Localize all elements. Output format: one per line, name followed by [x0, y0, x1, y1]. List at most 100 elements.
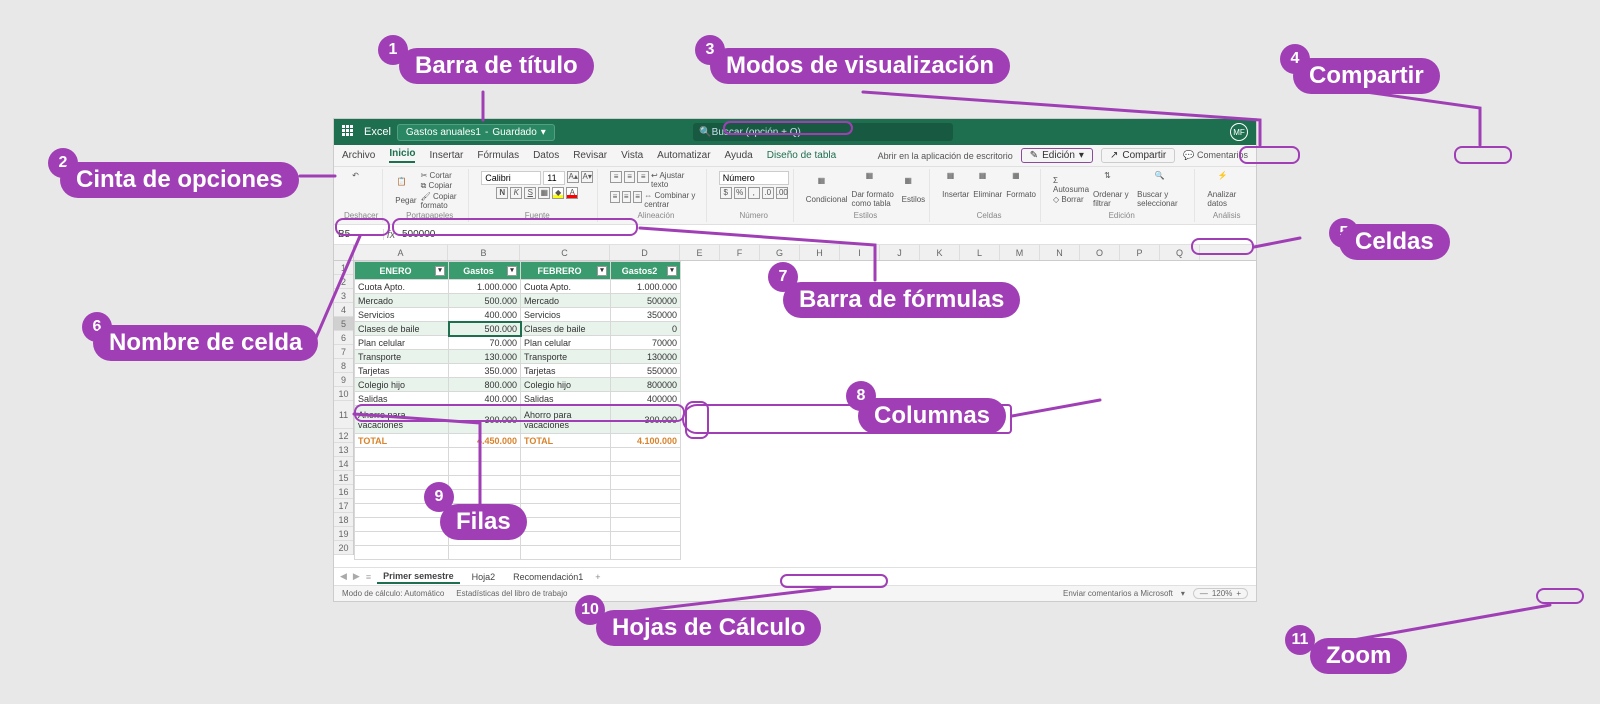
- add-sheet-button[interactable]: +: [595, 572, 600, 582]
- cell-D12[interactable]: 4.100.000: [611, 434, 681, 448]
- row-header-12[interactable]: 12: [334, 429, 353, 443]
- col-header-A[interactable]: A: [354, 245, 448, 260]
- tab-revisar[interactable]: Revisar: [573, 150, 607, 161]
- cell-B8[interactable]: 350.000: [449, 364, 521, 378]
- cell-D13[interactable]: [611, 448, 681, 462]
- cell-D9[interactable]: 800000: [611, 378, 681, 392]
- cell-B12[interactable]: 4.450.000: [449, 434, 521, 448]
- cell-B2[interactable]: 1.000.000: [449, 280, 521, 294]
- insert-cells-button[interactable]: ▦Insertar: [942, 171, 969, 199]
- cell-styles-button[interactable]: ▦Estilos: [902, 176, 926, 204]
- find-select-button[interactable]: 🔍Buscar y seleccionar: [1137, 171, 1190, 208]
- row-header-9[interactable]: 9: [334, 373, 353, 387]
- cell-C13[interactable]: [521, 448, 611, 462]
- cell-A18[interactable]: [355, 518, 449, 532]
- table-header-1[interactable]: Gastos▾: [449, 262, 521, 280]
- dec-dec-icon[interactable]: .00: [776, 187, 788, 199]
- cell-C3[interactable]: Mercado: [521, 294, 611, 308]
- comma-icon[interactable]: ,: [748, 187, 760, 199]
- increase-font-icon[interactable]: A▴: [567, 171, 579, 183]
- row-header-19[interactable]: 19: [334, 527, 353, 541]
- row-header-13[interactable]: 13: [334, 443, 353, 457]
- cell-D16[interactable]: [611, 490, 681, 504]
- cell-A10[interactable]: Salidas: [355, 392, 449, 406]
- cell-D7[interactable]: 130000: [611, 350, 681, 364]
- cell-D4[interactable]: 350000: [611, 308, 681, 322]
- sheet-prev-icon[interactable]: ◀: [340, 571, 347, 582]
- wrap-text-button[interactable]: ↩ Ajustar texto: [651, 171, 702, 189]
- sheet-tab-1[interactable]: Hoja2: [466, 571, 502, 583]
- cell-D3[interactable]: 500000: [611, 294, 681, 308]
- tab-ayuda[interactable]: Ayuda: [725, 150, 753, 161]
- analyze-button[interactable]: ⚡Analizar datos: [1207, 171, 1246, 208]
- app-launcher-icon[interactable]: [342, 125, 356, 139]
- underline-button[interactable]: S: [524, 187, 536, 199]
- table-header-0[interactable]: ENERO▾: [355, 262, 449, 280]
- cell-D15[interactable]: [611, 476, 681, 490]
- cell-B20[interactable]: [449, 546, 521, 560]
- clear-button[interactable]: ◇ Borrar: [1053, 195, 1089, 204]
- cut-button[interactable]: ✂ Cortar: [421, 171, 465, 180]
- cell-C18[interactable]: [521, 518, 611, 532]
- cell-A19[interactable]: [355, 532, 449, 546]
- row-header-17[interactable]: 17: [334, 499, 353, 513]
- cell-C4[interactable]: Servicios: [521, 308, 611, 322]
- cell-D5[interactable]: 0: [611, 322, 681, 336]
- sheet-next-icon[interactable]: ▶: [353, 571, 360, 582]
- align-bot-icon[interactable]: ≡: [637, 171, 649, 183]
- font-name-select[interactable]: [481, 171, 541, 185]
- cell-B3[interactable]: 500.000: [449, 294, 521, 308]
- cell-B6[interactable]: 70.000: [449, 336, 521, 350]
- align-top-icon[interactable]: ≡: [610, 171, 622, 183]
- row-header-6[interactable]: 6: [334, 331, 353, 345]
- cell-A12[interactable]: TOTAL: [355, 434, 449, 448]
- col-header-L[interactable]: L: [960, 245, 1000, 260]
- cell-D19[interactable]: [611, 532, 681, 546]
- cell-B13[interactable]: [449, 448, 521, 462]
- border-button[interactable]: ▦: [538, 187, 550, 199]
- feedback-link[interactable]: Enviar comentarios a Microsoft: [1063, 589, 1173, 598]
- cell-D20[interactable]: [611, 546, 681, 560]
- cell-A5[interactable]: Clases de baile: [355, 322, 449, 336]
- format-painter-button[interactable]: 🖌 Copiar formato: [421, 192, 465, 210]
- cell-D17[interactable]: [611, 504, 681, 518]
- row-header-2[interactable]: 2: [334, 275, 353, 289]
- tab-archivo[interactable]: Archivo: [342, 150, 375, 161]
- col-header-H[interactable]: H: [800, 245, 840, 260]
- sheet-tab-0[interactable]: Primer semestre: [377, 570, 460, 584]
- cell-A20[interactable]: [355, 546, 449, 560]
- decrease-font-icon[interactable]: A▾: [581, 171, 593, 183]
- align-right-icon[interactable]: ≡: [633, 191, 642, 203]
- cell-A6[interactable]: Plan celular: [355, 336, 449, 350]
- tab-inicio[interactable]: Inicio: [389, 148, 415, 163]
- cell-D18[interactable]: [611, 518, 681, 532]
- col-header-M[interactable]: M: [1000, 245, 1040, 260]
- tab-diseno-tabla[interactable]: Diseño de tabla: [767, 150, 837, 161]
- number-format-select[interactable]: [719, 171, 789, 185]
- col-header-P[interactable]: P: [1120, 245, 1160, 260]
- row-header-16[interactable]: 16: [334, 485, 353, 499]
- percent-icon[interactable]: %: [734, 187, 746, 199]
- cell-C12[interactable]: TOTAL: [521, 434, 611, 448]
- row-header-15[interactable]: 15: [334, 471, 353, 485]
- cell-C11[interactable]: Ahorro para vacaciones: [521, 406, 611, 434]
- row-header-8[interactable]: 8: [334, 359, 353, 373]
- table-header-2[interactable]: FEBRERO▾: [521, 262, 611, 280]
- column-headers[interactable]: ABCDEFGHIJKLMNOPQ: [354, 245, 1256, 261]
- cell-C6[interactable]: Plan celular: [521, 336, 611, 350]
- paste-button[interactable]: 📋Pegar: [395, 177, 416, 205]
- format-table-button[interactable]: ▦Dar formato como tabla: [852, 171, 898, 208]
- cell-C19[interactable]: [521, 532, 611, 546]
- format-cells-button[interactable]: ▦Formato: [1006, 171, 1036, 199]
- table-header-3[interactable]: Gastos2▾: [611, 262, 681, 280]
- merge-button[interactable]: ⇔ Combinar y centrar: [644, 191, 701, 209]
- cell-D14[interactable]: [611, 462, 681, 476]
- cell-C5[interactable]: Clases de baile: [521, 322, 611, 336]
- row-header-1[interactable]: 1: [334, 261, 353, 275]
- row-header-18[interactable]: 18: [334, 513, 353, 527]
- row-header-7[interactable]: 7: [334, 345, 353, 359]
- undo-button[interactable]: ↶: [352, 171, 370, 189]
- autosum-button[interactable]: Σ Autosuma: [1053, 176, 1089, 194]
- font-size-select[interactable]: [543, 171, 565, 185]
- row-header-14[interactable]: 14: [334, 457, 353, 471]
